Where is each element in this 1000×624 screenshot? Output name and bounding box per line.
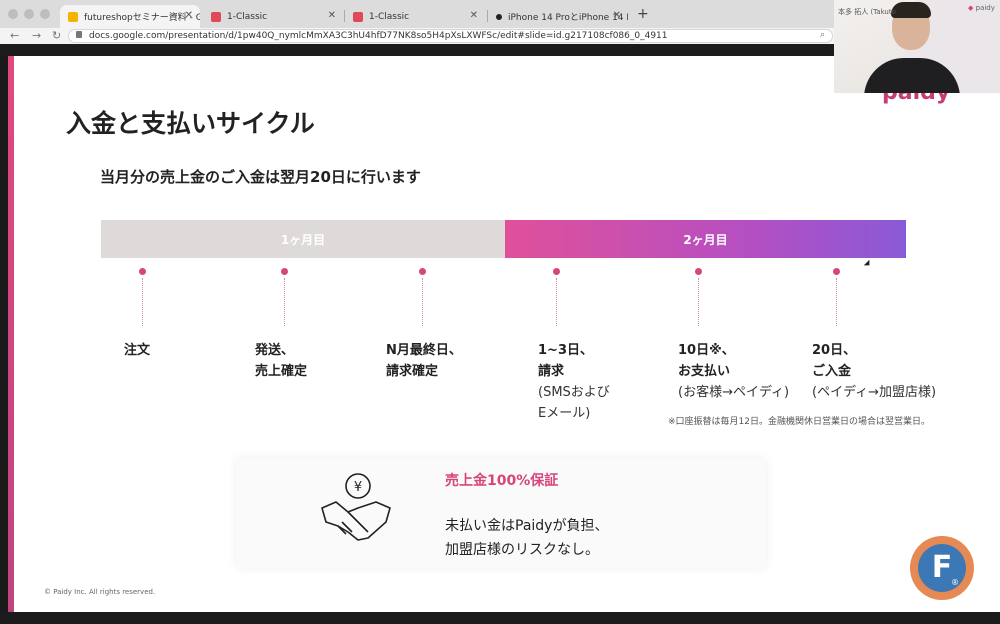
forward-icon[interactable]: →	[32, 29, 41, 42]
close-icon[interactable]: ✕	[613, 10, 621, 21]
close-icon[interactable]: ✕	[470, 10, 478, 21]
step-shipping: 発送、 売上確定	[255, 343, 308, 379]
handshake-yen-icon: ¥	[321, 473, 391, 541]
step-order: 注文	[124, 343, 151, 358]
timeline-dot	[833, 268, 840, 275]
tab-1-classic-2[interactable]: 1-Classic ✕	[345, 5, 485, 28]
guarantee-text: 未払い金はPaidyが負担、 加盟店様のリスクなし。	[445, 518, 609, 558]
webcam-paidy-logo: ◆ paidy	[968, 4, 995, 12]
step-billing: 1~3日、 請求 (SMSおよび Eメール)	[538, 343, 610, 421]
month-1-bar: 1ヶ月目	[101, 220, 505, 258]
tab-1-classic[interactable]: 1-Classic ✕	[203, 5, 343, 28]
paidy-icon	[211, 11, 221, 22]
footnote: ※口座振替は毎月12日。金融機関休日営業日の場合は翌営業日。	[668, 417, 930, 427]
copyright: © Paidy Inc. All rights reserved.	[44, 588, 156, 596]
paidy-icon	[353, 11, 363, 22]
close-icon[interactable]: ✕	[328, 10, 336, 21]
slide-subtitle: 当月分の売上金のご入金は翌月20日に行います	[100, 168, 421, 186]
slide-accent-bar	[8, 56, 14, 612]
presenter-name: 本多 拓人 (Takuto	[838, 8, 896, 16]
lock-icon	[76, 31, 82, 38]
close-icon[interactable]: ✕	[185, 10, 193, 21]
timeline-line	[142, 278, 143, 326]
month-2-bar: 2ヶ月目	[505, 220, 906, 258]
timeline-line	[422, 278, 423, 326]
timeline-dot	[695, 268, 702, 275]
timeline-dot	[281, 268, 288, 275]
new-tab-button[interactable]: +	[637, 6, 649, 22]
search-icon[interactable]: ⌕	[820, 30, 825, 40]
timeline-line	[284, 278, 285, 326]
minimize-window-button[interactable]	[24, 9, 34, 19]
back-icon[interactable]: ←	[10, 29, 19, 42]
slide-title: 入金と支払いサイクル	[66, 109, 315, 138]
paidy-icon: ◆	[968, 4, 974, 12]
tab-iphone[interactable]: iPhone 14 ProとiPhone 14 Pro ✕	[488, 5, 628, 28]
apple-icon	[496, 13, 502, 20]
timeline-dot	[553, 268, 560, 275]
webcam-overlay: 本多 拓人 (Takuto ◆ paidy	[834, 0, 1000, 93]
google-slides-icon	[68, 11, 78, 22]
zoom-window-button[interactable]	[40, 9, 50, 19]
tab-futureshop-slides[interactable]: futureshopセミナー資料 - Goog ✕	[60, 5, 200, 28]
timeline-line	[556, 278, 557, 326]
reload-icon[interactable]: ↻	[52, 29, 61, 42]
timeline-dot	[419, 268, 426, 275]
step-billing-confirm: N月最終日、 請求確定	[386, 343, 462, 379]
step-payment: 10日※、 お支払い (お客様→ペイディ)	[678, 343, 790, 400]
close-window-button[interactable]	[8, 9, 18, 19]
timeline-dot	[139, 268, 146, 275]
timeline-line	[836, 278, 837, 326]
address-bar[interactable]: docs.google.com/presentation/d/1pw40Q_ny…	[68, 29, 833, 43]
timeline-line	[698, 278, 699, 326]
guarantee-title: 売上金100%保証	[445, 473, 559, 489]
svg-text:¥: ¥	[354, 480, 362, 495]
step-deposit: 20日、 ご入金 (ペイディ→加盟店様)	[812, 343, 937, 400]
